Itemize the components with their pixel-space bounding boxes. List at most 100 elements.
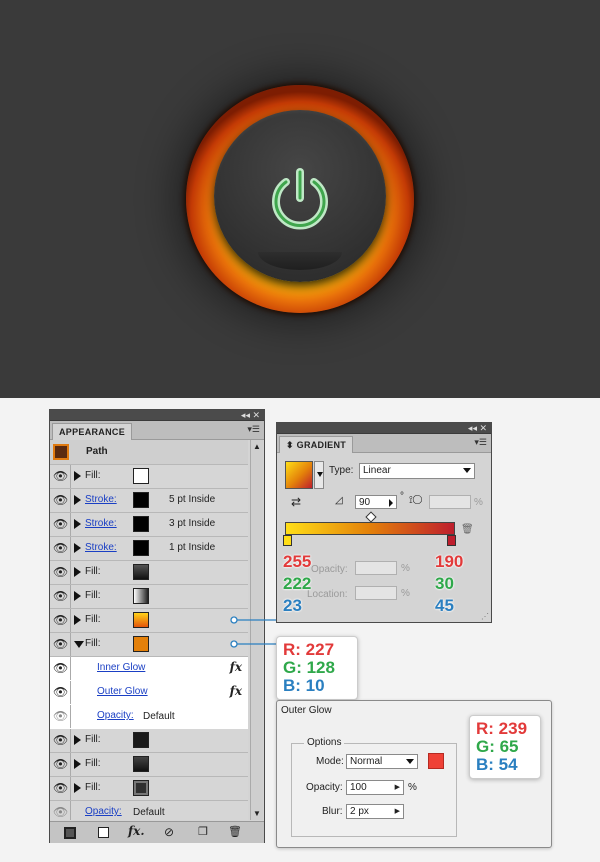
gradient-stop-left[interactable] bbox=[283, 535, 292, 546]
eye-icon[interactable]: 👁 bbox=[53, 709, 68, 723]
fill-swatch[interactable] bbox=[133, 756, 149, 772]
stop-location-input bbox=[355, 586, 397, 600]
mode-select[interactable]: Normal bbox=[346, 754, 418, 769]
fill-swatch[interactable] bbox=[133, 636, 149, 652]
effect-row-outer-glow[interactable]: 👁 Outer Glow fx bbox=[50, 681, 248, 705]
scroll-up-icon[interactable]: ▲ bbox=[253, 442, 261, 451]
eye-icon[interactable]: 👁 bbox=[53, 781, 68, 795]
expand-triangle-icon[interactable] bbox=[74, 471, 81, 481]
path-label: Path bbox=[86, 446, 108, 457]
expand-triangle-icon[interactable] bbox=[74, 543, 81, 553]
panel-menu-icon[interactable]: ▾☰ bbox=[247, 424, 260, 435]
type-select[interactable]: Linear bbox=[359, 463, 475, 479]
stroke-row[interactable]: 👁 Stroke: 5 pt Inside bbox=[50, 489, 248, 513]
glow-color-swatch[interactable] bbox=[428, 753, 444, 769]
fill-label: Fill: bbox=[85, 734, 101, 745]
expand-triangle-icon[interactable] bbox=[74, 567, 81, 577]
expand-triangle-icon[interactable] bbox=[74, 495, 81, 505]
add-stroke-icon[interactable] bbox=[64, 827, 76, 839]
gradient-stop-right[interactable] bbox=[447, 535, 456, 546]
angle-input[interactable]: 90 bbox=[355, 495, 397, 509]
eye-icon[interactable]: 👁 bbox=[53, 517, 68, 531]
fill-swatch[interactable] bbox=[133, 588, 149, 604]
opacity-link[interactable]: Opacity: bbox=[85, 806, 122, 817]
tab-gradient[interactable]: ⬍ GRADIENT bbox=[279, 436, 354, 453]
eye-icon[interactable]: 👁 bbox=[53, 613, 68, 627]
panel-menu-icon[interactable]: ▾☰ bbox=[474, 437, 487, 448]
stroke-label[interactable]: Stroke: bbox=[85, 518, 117, 529]
type-label: Type: bbox=[329, 465, 354, 476]
add-fill-icon[interactable] bbox=[98, 827, 109, 838]
delete-stop-icon[interactable]: 🗑 bbox=[461, 524, 474, 535]
eye-icon[interactable]: 👁 bbox=[53, 661, 68, 675]
panel-titlebar[interactable]: ◂◂ ✕ bbox=[277, 423, 491, 434]
expand-triangle-icon[interactable] bbox=[74, 783, 81, 793]
eye-icon[interactable]: 👁 bbox=[53, 637, 68, 651]
effect-row-inner-glow[interactable]: 👁 Inner Glow fx bbox=[50, 657, 248, 681]
gradient-slider-bar[interactable] bbox=[285, 522, 455, 535]
tab-appearance[interactable]: APPEARANCE bbox=[52, 423, 133, 440]
stroke-swatch[interactable] bbox=[133, 516, 149, 532]
fill-swatch[interactable] bbox=[133, 612, 149, 628]
eye-icon[interactable]: 👁 bbox=[53, 733, 68, 747]
stepper-arrow-icon[interactable]: ▶ bbox=[395, 805, 400, 819]
fill-row[interactable]: 👁 Fill: bbox=[50, 609, 248, 633]
opacity-row[interactable]: 👁 Opacity: Default bbox=[50, 801, 248, 820]
expand-triangle-icon[interactable] bbox=[74, 519, 81, 529]
stroke-swatch[interactable] bbox=[133, 540, 149, 556]
inner-glow-link[interactable]: Inner Glow bbox=[97, 662, 145, 673]
gradient-preview-swatch[interactable] bbox=[285, 461, 313, 489]
scroll-down-icon[interactable]: ▼ bbox=[253, 809, 261, 818]
opacity-input[interactable]: 100 ▶ bbox=[346, 780, 404, 795]
resize-grip-icon[interactable]: ⋰ bbox=[481, 612, 489, 621]
duplicate-item-icon[interactable]: ❐ bbox=[198, 825, 208, 838]
eye-icon[interactable]: 👁 bbox=[53, 757, 68, 771]
eye-icon[interactable]: 👁 bbox=[53, 565, 68, 579]
clear-appearance-icon[interactable]: ⊘ bbox=[164, 825, 174, 839]
fill-row[interactable]: 👁 Fill: bbox=[50, 753, 248, 777]
fill-color-callout: R: 227 G: 128 B: 10 bbox=[276, 636, 358, 700]
fill-row[interactable]: 👁 Fill: bbox=[50, 585, 248, 609]
fill-swatch[interactable] bbox=[133, 732, 149, 748]
gradient-preview-dropdown[interactable] bbox=[314, 461, 324, 489]
stroke-weight: 1 pt Inside bbox=[169, 542, 216, 553]
blur-input[interactable]: 2 px ▶ bbox=[346, 804, 404, 819]
stroke-swatch[interactable] bbox=[133, 492, 149, 508]
fx-icon[interactable]: fx bbox=[230, 684, 242, 698]
expand-triangle-icon[interactable] bbox=[74, 591, 81, 601]
delete-item-icon[interactable]: 🗑 bbox=[228, 825, 242, 838]
stroke-label[interactable]: Stroke: bbox=[85, 494, 117, 505]
opacity-link[interactable]: Opacity: bbox=[97, 710, 134, 721]
eye-icon[interactable]: 👁 bbox=[53, 685, 68, 699]
expand-triangle-icon[interactable] bbox=[74, 735, 81, 745]
stroke-row[interactable]: 👁 Stroke: 1 pt Inside bbox=[50, 537, 248, 561]
opacity-row[interactable]: 👁 Opacity: Default bbox=[50, 705, 248, 729]
stroke-row[interactable]: 👁 Stroke: 3 pt Inside bbox=[50, 513, 248, 537]
panel-titlebar[interactable]: ◂◂ ✕ bbox=[50, 410, 264, 421]
midpoint-diamond-icon[interactable] bbox=[365, 511, 377, 523]
fill-swatch[interactable] bbox=[133, 468, 149, 484]
fill-row[interactable]: 👁 Fill: bbox=[50, 465, 248, 489]
expand-triangle-icon[interactable] bbox=[74, 615, 81, 625]
eye-icon[interactable]: 👁 bbox=[53, 541, 68, 555]
collapse-triangle-icon[interactable] bbox=[74, 641, 84, 648]
eye-icon[interactable]: 👁 bbox=[53, 469, 68, 483]
fill-row[interactable]: 👁 Fill: bbox=[50, 729, 248, 753]
outer-glow-link[interactable]: Outer Glow bbox=[97, 686, 148, 697]
reverse-gradient-icon[interactable]: ⇄ bbox=[291, 495, 301, 509]
add-effect-icon[interactable]: fx. bbox=[128, 824, 145, 838]
fill-row-expanded[interactable]: 👁 Fill: bbox=[50, 633, 248, 657]
fill-swatch[interactable] bbox=[133, 564, 149, 580]
fill-swatch[interactable] bbox=[133, 780, 149, 796]
expand-triangle-icon[interactable] bbox=[74, 759, 81, 769]
eye-icon[interactable]: 👁 bbox=[53, 805, 68, 819]
fill-row[interactable]: 👁 Fill: bbox=[50, 777, 248, 801]
opacity-value: 100 bbox=[350, 782, 367, 793]
stroke-label[interactable]: Stroke: bbox=[85, 542, 117, 553]
eye-icon[interactable]: 👁 bbox=[53, 589, 68, 603]
fx-icon[interactable]: fx bbox=[230, 660, 242, 674]
stepper-arrow-icon[interactable]: ▶ bbox=[395, 781, 400, 795]
eye-icon[interactable]: 👁 bbox=[53, 493, 68, 507]
fill-row[interactable]: 👁 Fill: bbox=[50, 561, 248, 585]
gradient-tab-label: GRADIENT bbox=[296, 440, 347, 450]
